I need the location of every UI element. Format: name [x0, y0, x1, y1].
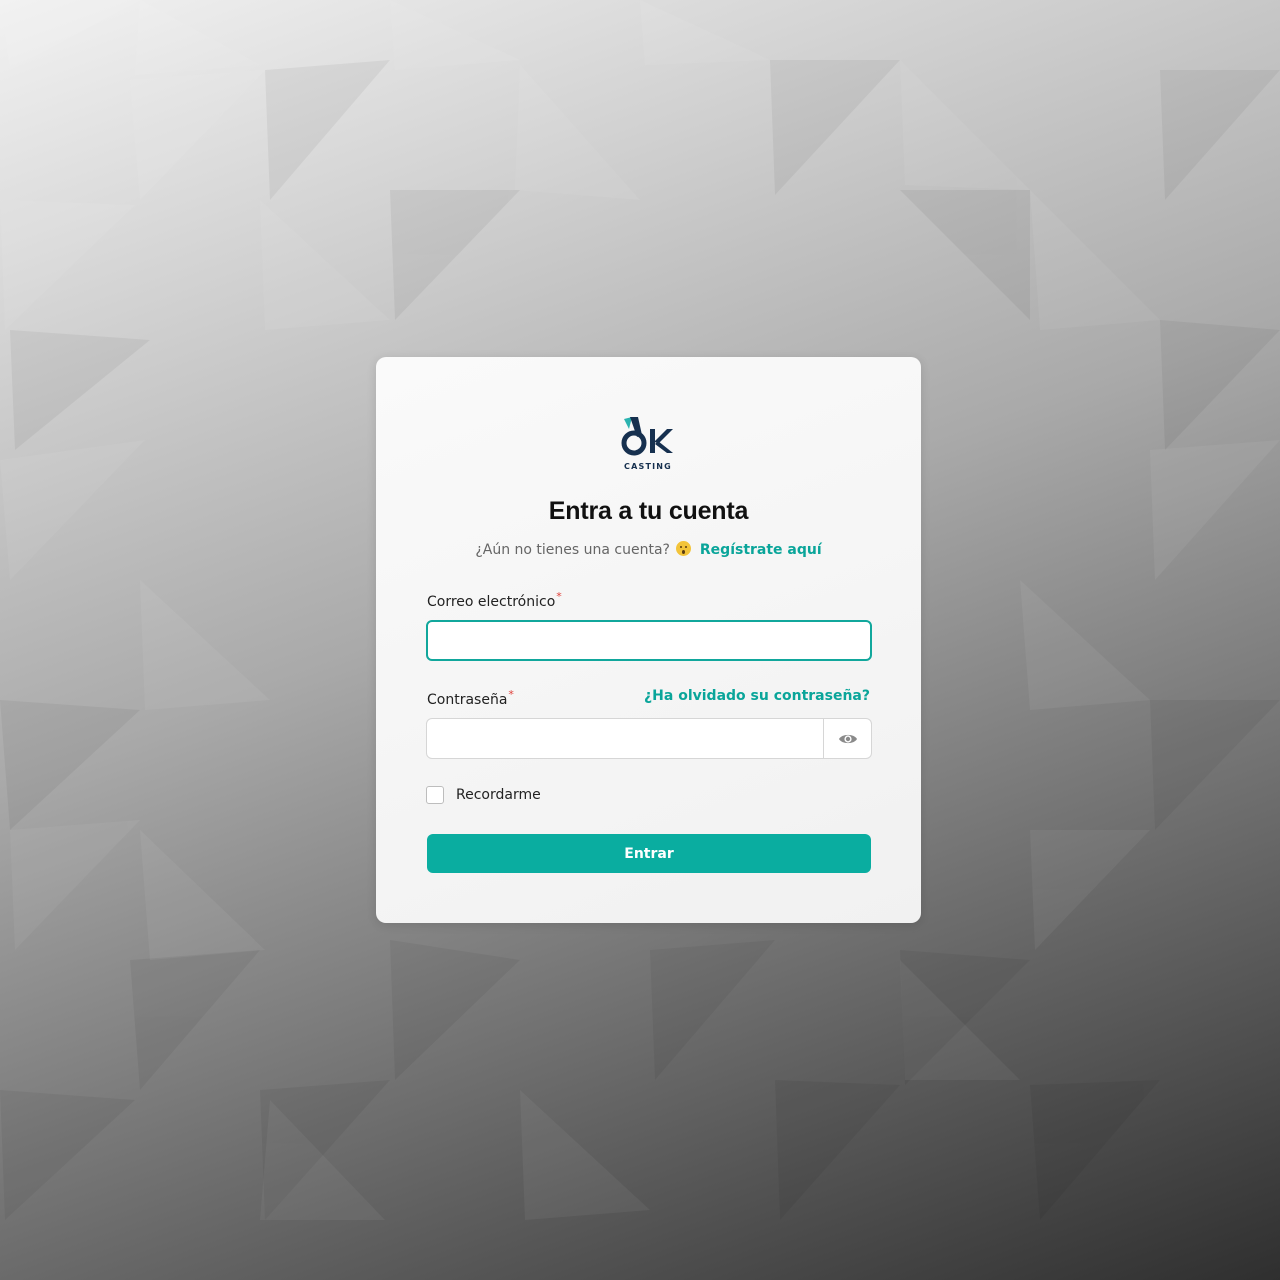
register-prompt: ¿Aún no tienes una cuenta? Regístrate aq…	[376, 541, 921, 558]
remember-me-checkbox[interactable]	[426, 786, 444, 804]
password-label-text: Contraseña	[427, 692, 508, 708]
register-link[interactable]: Regístrate aquí	[700, 542, 822, 558]
register-prompt-text: ¿Aún no tienes una cuenta?	[475, 542, 670, 558]
eye-icon	[838, 734, 857, 743]
toggle-password-visibility-button[interactable]	[823, 719, 871, 758]
password-field-group	[426, 718, 872, 759]
submit-button[interactable]: Entrar	[427, 834, 871, 873]
email-field[interactable]	[426, 620, 872, 661]
login-card: CASTING Entra a tu cuenta ¿Aún no tienes…	[376, 357, 921, 923]
brand-subtitle: CASTING	[624, 462, 672, 471]
page-title: Entra a tu cuenta	[548, 497, 749, 525]
email-label-text: Correo electrónico	[427, 594, 556, 610]
email-label: Correo electrónico*	[427, 590, 562, 610]
required-marker: *	[556, 590, 562, 603]
ok-logo-icon	[621, 417, 673, 456]
remember-me-label: Recordarme	[456, 787, 541, 803]
forgot-password-link[interactable]: ¿Ha olvidado su contraseña?	[644, 688, 870, 704]
required-marker: *	[508, 688, 514, 701]
remember-me: Recordarme	[426, 786, 541, 804]
password-field[interactable]	[427, 719, 823, 758]
password-label: Contraseña*	[427, 688, 514, 708]
astonished-face-icon	[676, 541, 692, 556]
brand-logo: CASTING	[620, 413, 676, 473]
